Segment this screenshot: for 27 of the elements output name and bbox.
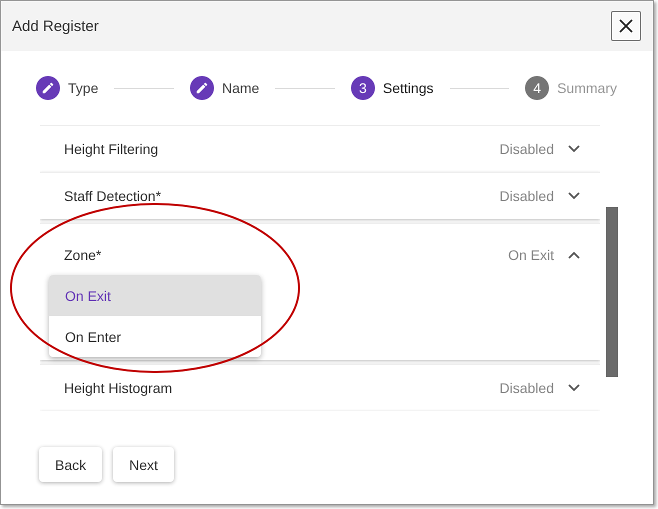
chevron-down-icon[interactable] (568, 384, 580, 392)
close-button[interactable] (611, 11, 641, 41)
panel-title[interactable]: Height Filtering (64, 141, 500, 157)
step-label[interactable]: Name (222, 80, 260, 96)
close-icon[interactable] (618, 18, 634, 34)
pencil-icon (36, 76, 60, 100)
window-title: Add Register (12, 18, 99, 34)
step-label[interactable]: Settings (382, 80, 434, 96)
menu-option[interactable]: On Exit (49, 275, 261, 316)
chevron-down-icon[interactable] (568, 145, 580, 153)
panel-value: On Exit (508, 247, 554, 263)
chevron-up-icon[interactable] (568, 251, 580, 259)
chevron-down-icon[interactable] (568, 192, 580, 200)
menu-option[interactable]: On Enter (49, 316, 261, 357)
step-number: 4 (525, 76, 550, 100)
panel-value: Disabled (500, 141, 554, 157)
panel-title[interactable]: Zone* (64, 247, 508, 263)
panel-value: Disabled (500, 188, 554, 204)
panel-title[interactable]: Height Histogram (64, 380, 500, 396)
panel-value: Disabled (500, 380, 554, 396)
pencil-icon (190, 76, 214, 100)
scrollbar-thumb[interactable] (606, 207, 618, 377)
nav-button[interactable]: Next (113, 447, 174, 482)
step-label[interactable]: Type (68, 80, 98, 96)
step-number: 3 (350, 76, 375, 100)
nav-button[interactable]: Back (39, 447, 102, 482)
panel-title[interactable]: Staff Detection* (64, 188, 500, 204)
